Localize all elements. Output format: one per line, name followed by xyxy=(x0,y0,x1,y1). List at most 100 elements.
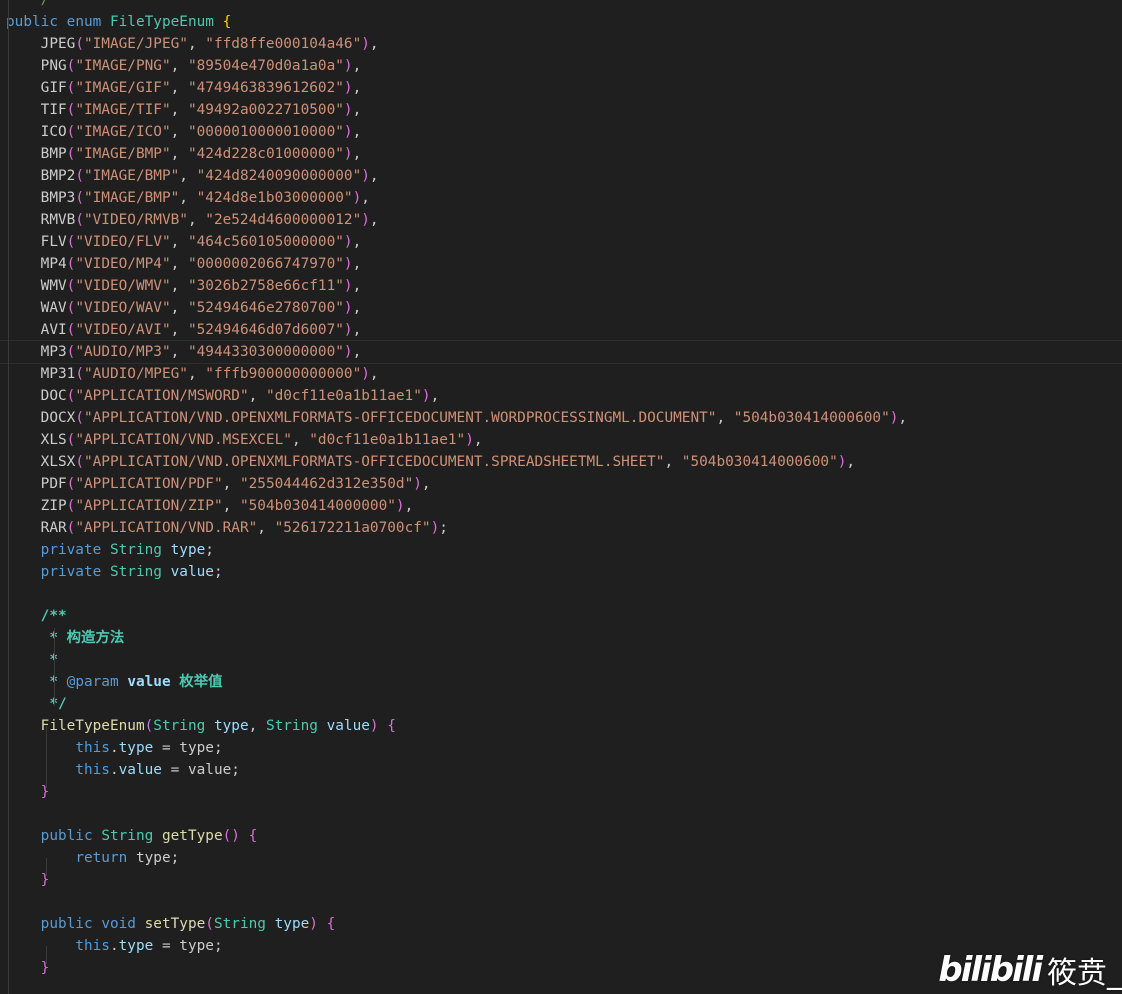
code-token: **/ xyxy=(6,0,50,8)
code-line[interactable]: WAV("VIDEO/WAV", "52494646e2780700"), xyxy=(6,297,1116,319)
code-line[interactable]: * 构造方法 xyxy=(6,627,1116,649)
code-line[interactable]: private String value; xyxy=(6,561,1116,583)
code-line[interactable]: RAR("APPLICATION/VND.RAR", "526172211a07… xyxy=(6,517,1116,539)
code-token: ) xyxy=(369,718,379,734)
code-token: , xyxy=(170,256,188,272)
code-token: FLV xyxy=(6,234,67,250)
code-token: ) xyxy=(343,300,353,316)
code-token: "IMAGE/BMP" xyxy=(75,146,171,162)
code-line[interactable]: public void setType(String type) { xyxy=(6,913,1116,935)
code-token: setType xyxy=(144,916,206,932)
code-token: "IMAGE/PNG" xyxy=(75,58,171,74)
code-token: "IMAGE/BMP" xyxy=(83,190,180,206)
code-token: ( xyxy=(75,454,84,470)
code-token: type xyxy=(118,938,154,954)
code-line[interactable]: this.type = type; xyxy=(6,935,1116,957)
code-token: public xyxy=(40,828,102,844)
code-line[interactable]: XLS("APPLICATION/VND.MSEXCEL", "d0cf11e0… xyxy=(6,429,1116,451)
code-token: "fffb900000000000" xyxy=(205,366,362,382)
code-line[interactable]: * xyxy=(6,649,1116,671)
code-line[interactable]: public String getType() { xyxy=(6,825,1116,847)
code-token: 枚举值 xyxy=(179,674,223,690)
code-line[interactable]: DOCX("APPLICATION/VND.OPENXMLFORMATS-OFF… xyxy=(6,407,1116,429)
code-line[interactable]: private String type; xyxy=(6,539,1116,561)
code-line[interactable]: public enum FileTypeEnum { xyxy=(6,11,1116,33)
code-line[interactable] xyxy=(6,803,1116,825)
code-token: "APPLICATION/PDF" xyxy=(75,476,223,492)
code-line[interactable]: TIF("IMAGE/TIF", "49492a0022710500"), xyxy=(6,99,1116,121)
code-token: . xyxy=(109,762,119,778)
code-token: ) xyxy=(343,234,353,250)
code-token: , xyxy=(352,234,362,250)
code-line[interactable]: ICO("IMAGE/ICO", "0000010000010000"), xyxy=(6,121,1116,143)
code-line[interactable]: MP4("VIDEO/MP4", "0000002066747970"), xyxy=(6,253,1116,275)
code-token: , xyxy=(716,410,734,426)
code-line[interactable]: } xyxy=(6,781,1116,803)
code-token: { xyxy=(326,916,336,932)
code-line[interactable]: return type; xyxy=(6,847,1116,869)
code-line[interactable]: FileTypeEnum(String type, String value) … xyxy=(6,715,1116,737)
code-token: = value; xyxy=(161,762,240,778)
code-token: ( xyxy=(144,718,154,734)
code-line[interactable]: /** xyxy=(6,605,1116,627)
code-line[interactable]: **/ xyxy=(6,0,1116,11)
code-line[interactable] xyxy=(6,891,1116,913)
code-token: AVI xyxy=(6,322,67,338)
code-line[interactable]: AVI("VIDEO/AVI", "52494646d07d6007"), xyxy=(6,319,1116,341)
code-token: */ xyxy=(49,696,67,712)
code-line[interactable]: * @param value 枚举值 xyxy=(6,671,1116,693)
code-token: * xyxy=(49,674,67,690)
code-token: "APPLICATION/VND.OPENXMLFORMATS-OFFICEDO… xyxy=(83,454,665,470)
code-line[interactable]: FLV("VIDEO/FLV", "464c560105000000"), xyxy=(6,231,1116,253)
code-token: String xyxy=(109,542,171,558)
code-line[interactable]: this.value = value; xyxy=(6,759,1116,781)
code-token: String xyxy=(265,718,327,734)
code-line[interactable]: */ xyxy=(6,693,1116,715)
code-token: MP4 xyxy=(6,256,67,272)
code-token: , xyxy=(352,58,362,74)
code-line[interactable]: PDF("APPLICATION/PDF", "255044462d312e35… xyxy=(6,473,1116,495)
code-line[interactable]: GIF("IMAGE/GIF", "4749463839612602"), xyxy=(6,77,1116,99)
code-editor[interactable]: **/public enum FileTypeEnum { JPEG("IMAG… xyxy=(0,0,1122,994)
code-token: , xyxy=(170,300,188,316)
code-line[interactable]: RMVB("VIDEO/RMVB", "2e524d4600000012"), xyxy=(6,209,1116,231)
code-line[interactable]: } xyxy=(6,869,1116,891)
code-line[interactable]: this.type = type; xyxy=(6,737,1116,759)
code-line[interactable]: DOC("APPLICATION/MSWORD", "d0cf11e0a1b11… xyxy=(6,385,1116,407)
code-token: { xyxy=(387,718,396,734)
code-token: ) xyxy=(343,146,353,162)
code-token: , xyxy=(369,36,379,52)
code-line[interactable]: } xyxy=(6,957,1116,979)
code-line[interactable]: PNG("IMAGE/PNG", "89504e470d0a1a0a"), xyxy=(6,55,1116,77)
code-line[interactable] xyxy=(6,583,1116,605)
code-line[interactable]: MP3("AUDIO/MP3", "4944330300000000"), xyxy=(0,340,1122,364)
code-line[interactable]: BMP3("IMAGE/BMP", "424d8e1b03000000"), xyxy=(6,187,1116,209)
code-token: , xyxy=(187,212,206,228)
code-token: DOC xyxy=(6,388,67,404)
code-token: , xyxy=(179,168,197,184)
code-token: , xyxy=(187,366,206,382)
code-line[interactable]: WMV("VIDEO/WMV", "3026b2758e66cf11"), xyxy=(6,275,1116,297)
code-token: , xyxy=(170,102,188,118)
code-token: "49492a0022710500" xyxy=(187,102,344,118)
code-token: public xyxy=(40,916,102,932)
code-line[interactable]: JPEG("IMAGE/JPEG", "ffd8ffe000104a46"), xyxy=(6,33,1116,55)
code-token: = type; xyxy=(153,938,223,954)
code-line[interactable]: MP31("AUDIO/MPEG", "fffb900000000000"), xyxy=(6,363,1116,385)
code-token: "4944330300000000" xyxy=(187,344,344,360)
code-token: String xyxy=(109,564,171,580)
code-line[interactable]: ZIP("APPLICATION/ZIP", "504b030414000000… xyxy=(6,495,1116,517)
code-line[interactable]: XLSX("APPLICATION/VND.OPENXMLFORMATS-OFF… xyxy=(6,451,1116,473)
code-token: , xyxy=(352,278,362,294)
code-token: , xyxy=(404,498,414,514)
code-line[interactable]: BMP("IMAGE/BMP", "424d228c01000000"), xyxy=(6,143,1116,165)
code-line[interactable]: BMP2("IMAGE/BMP", "424d8240090000000"), xyxy=(6,165,1116,187)
